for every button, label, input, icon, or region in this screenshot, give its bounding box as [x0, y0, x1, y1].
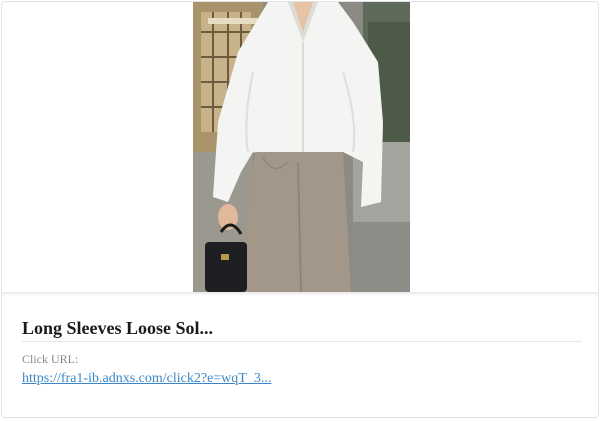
- ad-info: Long Sleeves Loose Sol... Click URL: htt…: [22, 317, 582, 387]
- product-photo[interactable]: [193, 2, 410, 292]
- click-url-label: Click URL:: [22, 352, 79, 366]
- ad-card: Long Sleeves Loose Sol... Click URL: htt…: [1, 1, 599, 418]
- product-title[interactable]: Long Sleeves Loose Sol...: [22, 317, 582, 342]
- image-area: [2, 2, 598, 292]
- image-divider: [2, 292, 598, 296]
- click-url-link[interactable]: https://fra1-ib.adnxs.com/click2?e=wqT_3…: [22, 371, 271, 387]
